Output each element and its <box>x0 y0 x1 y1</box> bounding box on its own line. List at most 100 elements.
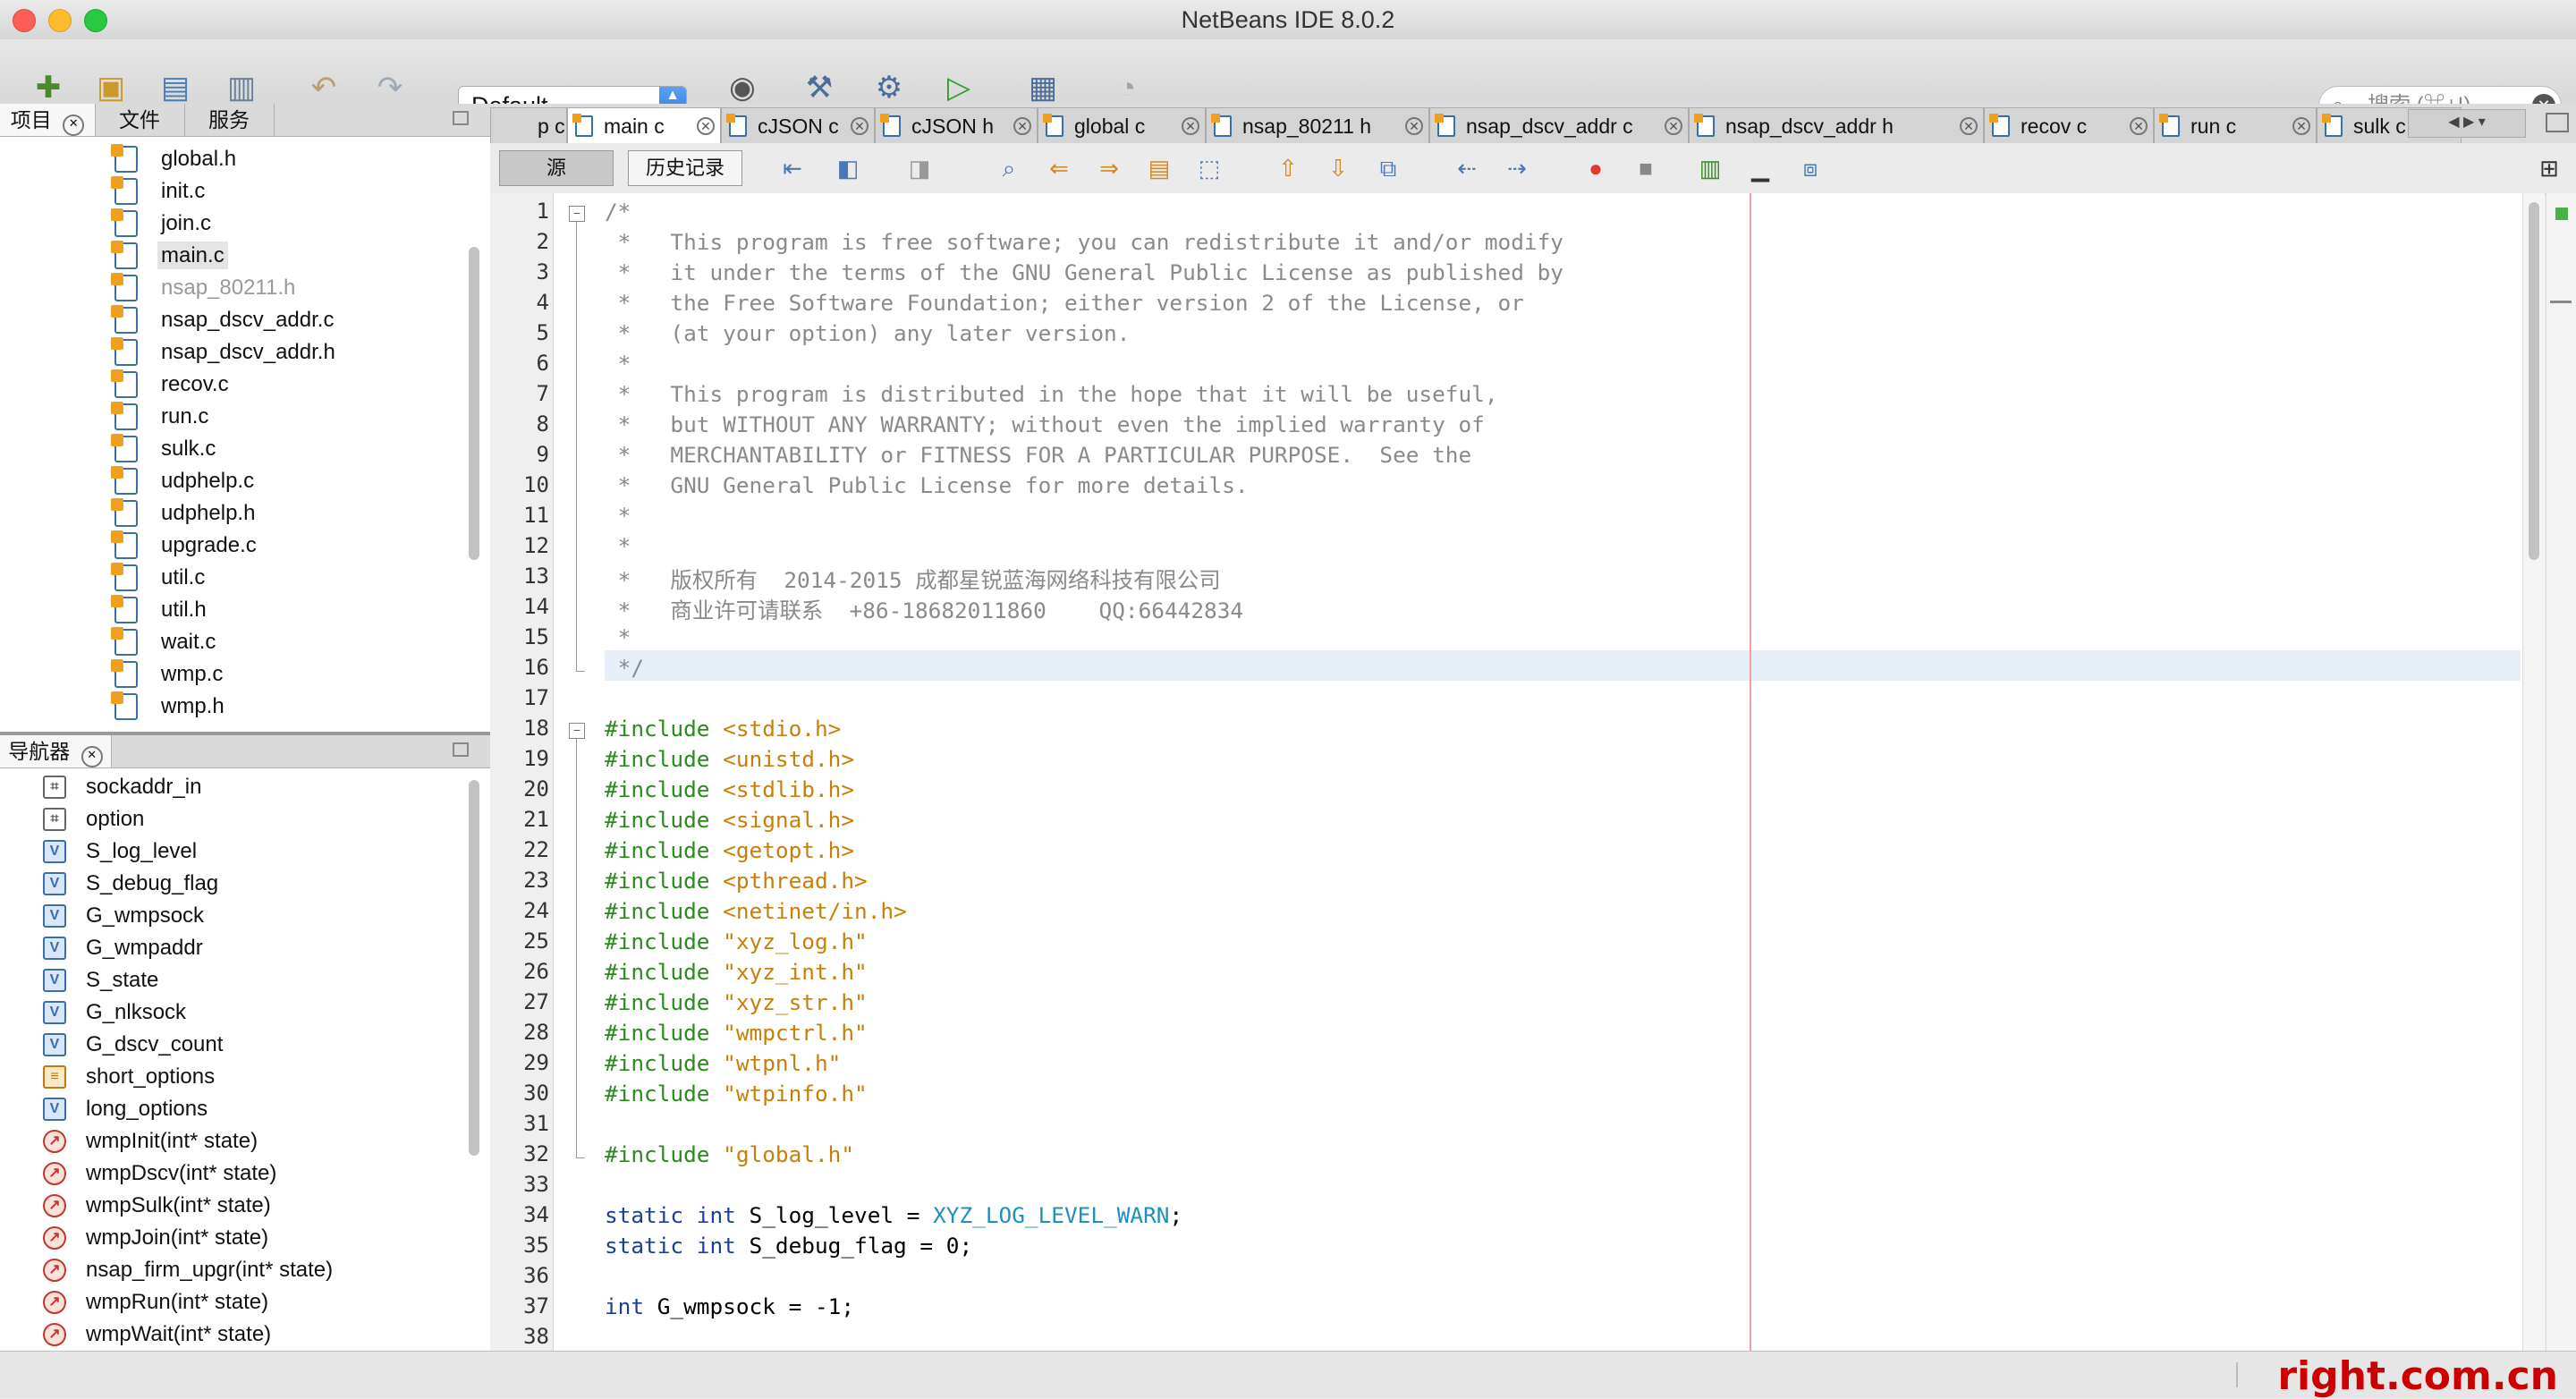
navigator-scrollbar[interactable] <box>469 780 479 1156</box>
navigator-item[interactable]: ⌗ option <box>43 803 144 835</box>
close-window-button[interactable] <box>13 9 36 32</box>
editor-tab[interactable]: main c ✕ <box>567 107 721 143</box>
code-line[interactable]: * This program is free software; you can… <box>605 229 1563 255</box>
close-icon[interactable]: ✕ <box>80 746 103 767</box>
close-tab-icon[interactable]: ✕ <box>2292 117 2310 135</box>
comment-icon[interactable]: ▥ <box>1692 150 1728 186</box>
navigator-item[interactable]: V G_nlksock <box>43 996 186 1029</box>
tab-services[interactable]: 服务 <box>184 104 275 136</box>
file-tree-item[interactable]: upgrade.c <box>111 530 260 562</box>
file-tree-item[interactable]: wmp.c <box>111 658 226 691</box>
fold-toggle-icon[interactable]: − <box>569 723 585 739</box>
file-tree-item[interactable]: wmp.h <box>111 691 228 723</box>
code-line[interactable]: #include "wtpinfo.h" <box>605 1081 868 1106</box>
navigator-item[interactable]: V S_debug_flag <box>43 868 218 900</box>
navigator-item[interactable]: Vlong_options <box>43 1093 208 1125</box>
code-line[interactable]: #include "xyz_log.h" <box>605 928 868 954</box>
code-line[interactable]: * the Free Software Foundation; either v… <box>605 290 1524 316</box>
tab-files[interactable]: 文件 <box>95 104 185 136</box>
find-icon[interactable]: ⌕ <box>991 150 1027 186</box>
code-line[interactable]: #include "wtpnl.h" <box>605 1050 841 1076</box>
navigator-item[interactable]: ↗ wmpInit(int* state) <box>43 1125 258 1157</box>
editor-vertical-scrollbar[interactable] <box>2522 193 2545 1351</box>
code-line[interactable]: #include "xyz_int.h" <box>605 959 868 985</box>
navigator-item[interactable]: V G_wmpaddr <box>43 932 203 964</box>
code-line[interactable]: */ <box>605 655 644 681</box>
code-line[interactable]: * <box>605 503 631 529</box>
split-editor-icon[interactable]: ⊞ <box>2531 150 2567 186</box>
file-tree-item[interactable]: nsap_dscv_addr.c <box>111 304 337 336</box>
minimize-panel-icon[interactable] <box>453 742 469 757</box>
close-tab-icon[interactable]: ✕ <box>1665 117 1682 135</box>
navigator-item[interactable]: ≡ short_options <box>43 1061 215 1093</box>
code-line[interactable]: * <box>605 533 631 559</box>
file-tree-item[interactable]: recov.c <box>111 369 233 401</box>
code-line[interactable]: #include "wmpctrl.h" <box>605 1020 868 1046</box>
previous-bookmark-icon[interactable]: ⇧ <box>1270 150 1306 186</box>
tab-source[interactable]: 源 <box>499 150 614 186</box>
close-tab-icon[interactable]: ✕ <box>1182 117 1199 135</box>
navigator-item[interactable]: V S_state <box>43 964 158 996</box>
editor-tab[interactable]: recov c ✕ <box>1984 107 2154 143</box>
close-tab-icon[interactable]: ✕ <box>851 117 869 135</box>
navigator-item[interactable]: V S_log_level <box>43 835 197 868</box>
code-line[interactable]: * 版权所有 2014-2015 成都星锐蓝海网络科技有限公司 <box>605 564 1221 595</box>
close-tab-icon[interactable]: ✕ <box>1960 117 1978 135</box>
navigator-item[interactable]: V G_dscv_count <box>43 1029 223 1061</box>
code-line[interactable]: #include <unistd.h> <box>605 746 854 772</box>
back-icon[interactable]: ◧ <box>830 150 866 186</box>
code-line[interactable]: * it under the terms of the GNU General … <box>605 259 1563 285</box>
navigator-item[interactable]: ⌗ sockaddr_in <box>43 771 201 803</box>
find-next-icon[interactable]: ⇒ <box>1091 150 1127 186</box>
code-line[interactable]: #include "global.h" <box>605 1141 854 1167</box>
navigator-item[interactable]: ↗ nsap_firm_upgr(int* state) <box>43 1254 333 1286</box>
fold-toggle-icon[interactable]: − <box>569 206 585 222</box>
navigator-item[interactable]: ↗ wmpRun(int* state) <box>43 1286 268 1318</box>
code-line[interactable]: static int S_log_level = XYZ_LOG_LEVEL_W… <box>605 1202 1182 1228</box>
stop-macro-icon[interactable]: ■ <box>1628 150 1664 186</box>
tab-scroll-controls[interactable]: ◀ ▶ ▾ <box>2408 109 2526 138</box>
code-line[interactable]: * This program is distributed in the hop… <box>605 381 1498 407</box>
file-tree-item[interactable]: join.c <box>111 208 215 240</box>
file-tree-item[interactable]: run.c <box>111 401 212 433</box>
editor-tab[interactable]: global c ✕ <box>1038 107 1206 143</box>
navigator-item[interactable]: ↗ wmpSulk(int* state) <box>43 1190 271 1222</box>
code-line[interactable]: #include <stdlib.h> <box>605 776 854 802</box>
tab-projects[interactable]: 项目 ✕ <box>0 104 96 136</box>
code-editor[interactable] <box>490 193 2544 1351</box>
zoom-window-button[interactable] <box>84 9 107 32</box>
diff-icon[interactable]: ⧈ <box>1792 150 1828 186</box>
editor-tab[interactable]: nsap_80211 h ✕ <box>1206 107 1429 143</box>
close-tab-icon[interactable]: ✕ <box>1405 117 1423 135</box>
code-line[interactable]: #include <netinet/in.h> <box>605 898 907 924</box>
navigator-item[interactable]: ↗ wmpDscv(int* state) <box>43 1157 276 1190</box>
editor-tab[interactable]: nsap_dscv_addr c ✕ <box>1429 107 1689 143</box>
code-line[interactable]: static int S_debug_flag = 0; <box>605 1233 972 1259</box>
minimize-panel-icon[interactable] <box>453 111 469 125</box>
maximize-editor-icon[interactable] <box>2546 113 2569 132</box>
toggle-bookmark-icon[interactable]: ⧉ <box>1370 150 1406 186</box>
code-line[interactable]: * GNU General Public License for more de… <box>605 472 1249 498</box>
tab-history[interactable]: 历史记录 <box>628 150 742 186</box>
code-line[interactable]: /* <box>605 199 631 225</box>
shift-right-icon[interactable]: ⇢ <box>1499 150 1535 186</box>
close-icon[interactable]: ✕ <box>63 114 85 136</box>
projects-scrollbar[interactable] <box>469 247 479 560</box>
code-line[interactable]: int G_wmpsock = -1; <box>605 1293 854 1319</box>
find-previous-icon[interactable]: ⇐ <box>1041 150 1077 186</box>
minimize-window-button[interactable] <box>48 9 72 32</box>
code-line[interactable]: * but WITHOUT ANY WARRANTY; without even… <box>605 411 1485 437</box>
uncomment-icon[interactable]: ▁ <box>1742 150 1778 186</box>
code-line[interactable]: #include <getopt.h> <box>605 837 854 863</box>
code-line[interactable]: * <box>605 624 631 650</box>
editor-tab[interactable]: nsap_dscv_addr h ✕ <box>1689 107 1984 143</box>
code-line[interactable]: * 商业许可请联系 +86-18682011860 QQ:66442834 <box>605 594 1243 625</box>
code-line[interactable]: * (at your option) any later version. <box>605 320 1131 346</box>
code-line[interactable]: #include "xyz_str.h" <box>605 989 868 1015</box>
shift-left-icon[interactable]: ⇠ <box>1449 150 1485 186</box>
navigator-item[interactable]: V G_wmpsock <box>43 900 204 932</box>
file-tree-item[interactable]: udphelp.c <box>111 465 258 497</box>
close-tab-icon[interactable]: ✕ <box>1013 117 1031 135</box>
last-edit-icon[interactable]: ⇤ <box>775 150 810 186</box>
file-tree-item[interactable]: util.h <box>111 594 210 626</box>
